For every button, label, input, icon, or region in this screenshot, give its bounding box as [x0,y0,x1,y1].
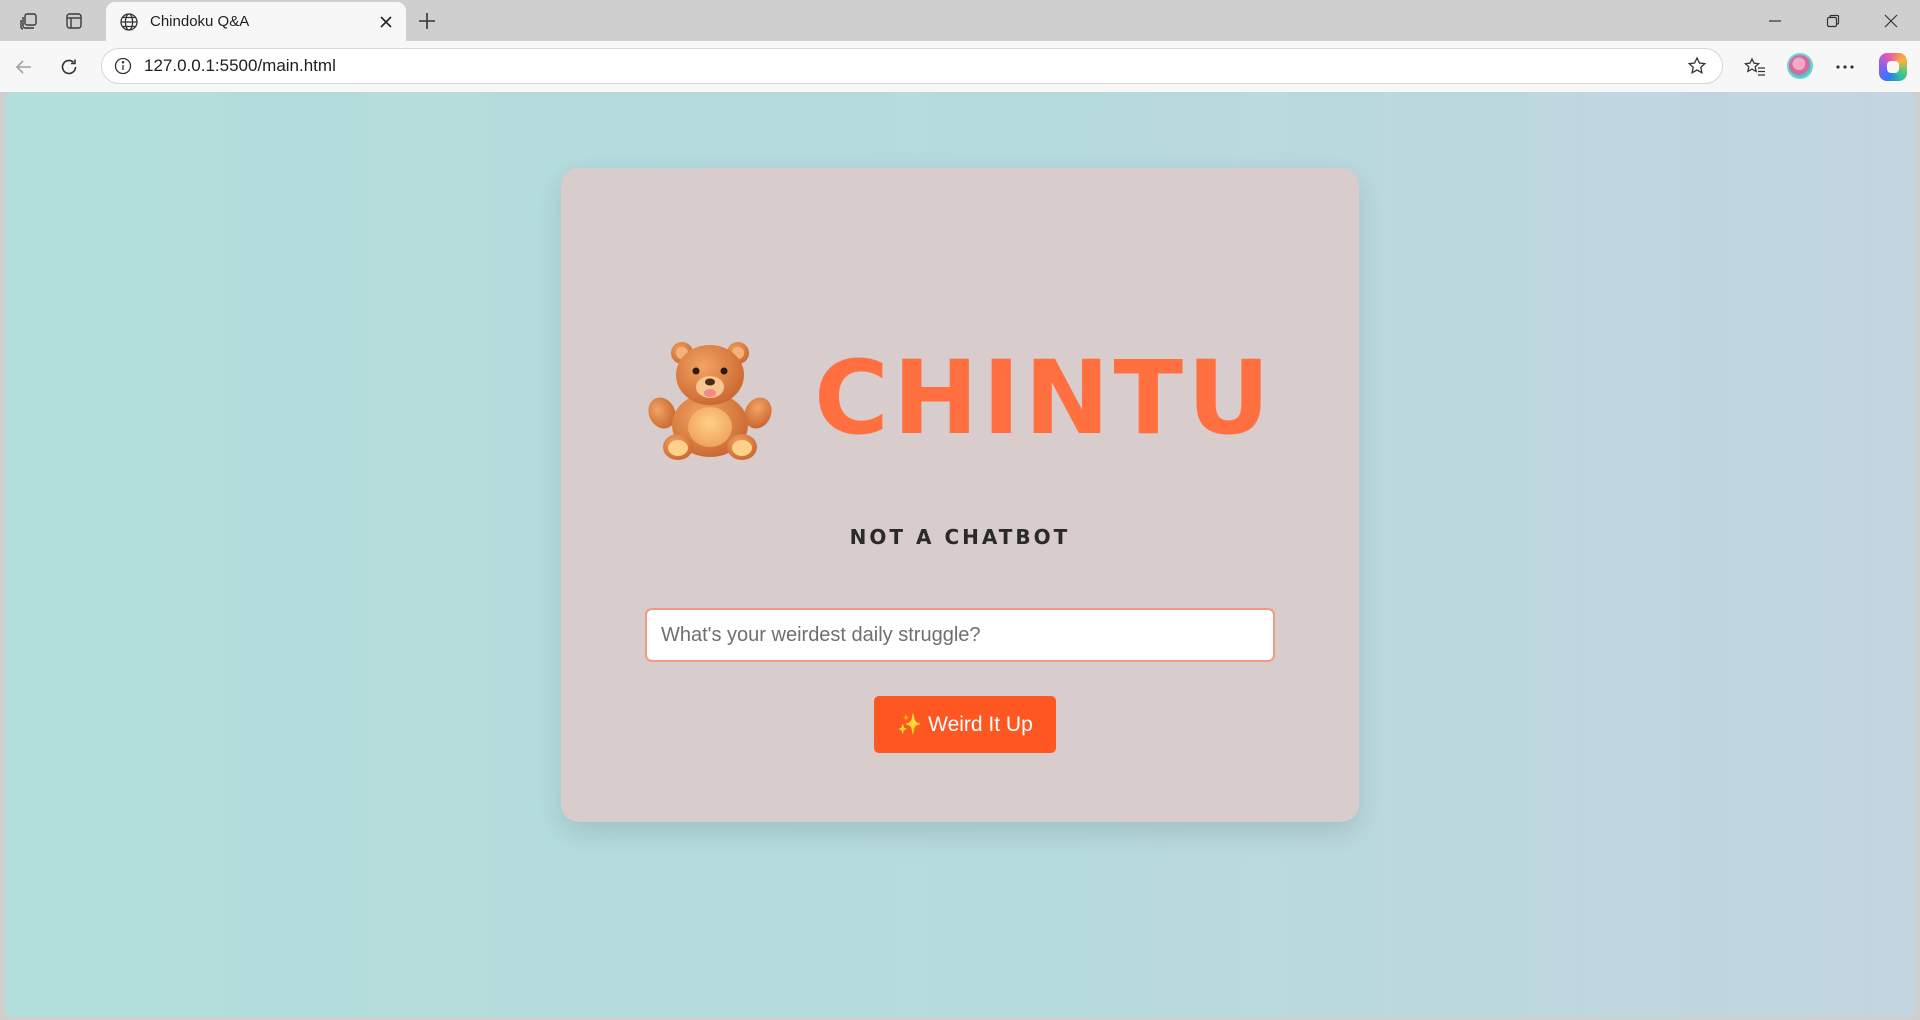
profile-avatar[interactable] [1787,53,1813,79]
teddy-bear-icon [648,342,772,460]
favorites-icon[interactable] [1738,50,1772,84]
close-window-icon[interactable] [1862,0,1920,41]
browser-window: Chindoku Q&A 127.0.0.1:5500/main.html CH… [0,0,1920,1020]
main-card: CHINTU NOT A CHATBOT ✨ Weird It Up [561,168,1359,822]
sparkles-icon: ✨ [897,714,923,736]
more-icon[interactable] [1828,50,1862,84]
browser-toolbar: 127.0.0.1:5500/main.html [0,41,1920,92]
active-tab[interactable]: Chindoku Q&A [106,2,406,41]
subtitle: NOT A CHATBOT [849,525,1071,549]
weird-it-up-label: Weird It Up [928,712,1033,736]
plus-icon[interactable] [411,5,443,37]
refresh-icon[interactable] [52,50,86,84]
tab-strip: Chindoku Q&A [0,0,1920,41]
tab-title: Chindoku Q&A [150,13,250,30]
info-icon[interactable] [112,55,134,77]
question-input[interactable] [645,608,1275,662]
minimize-icon[interactable] [1746,0,1804,41]
page-viewport: CHINTU NOT A CHATBOT ✨ Weird It Up [5,92,1915,1017]
url-text[interactable]: 127.0.0.1:5500/main.html [144,56,1682,76]
copilot-icon[interactable] [1879,53,1907,81]
brand-title: CHINTU [814,339,1274,458]
globe-icon [118,11,140,33]
close-tab-icon[interactable] [372,8,400,36]
address-bar[interactable]: 127.0.0.1:5500/main.html [101,48,1723,84]
star-icon[interactable] [1682,51,1712,81]
back-arrow-icon[interactable] [7,50,41,84]
restore-icon[interactable] [1804,0,1862,41]
tab-actions-icon[interactable] [57,6,91,36]
weird-it-up-button[interactable]: ✨ Weird It Up [874,696,1056,753]
workspaces-icon[interactable] [12,6,46,36]
brand-header: CHINTU [561,334,1359,464]
